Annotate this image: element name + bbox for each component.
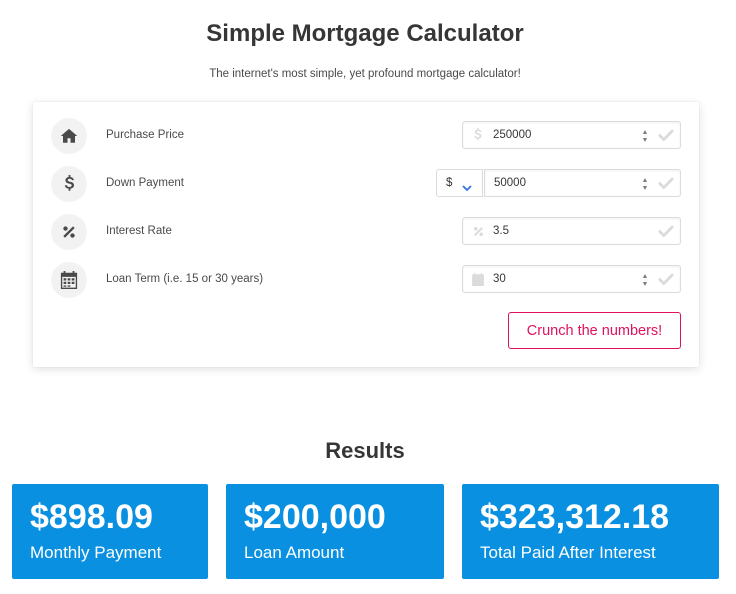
loan-amount-value: $200,000 bbox=[244, 498, 386, 536]
page-subtitle: The internet's most simple, yet profound… bbox=[209, 68, 521, 80]
page-title: Simple Mortgage Calculator bbox=[206, 20, 524, 47]
chevron-down-icon bbox=[462, 179, 472, 192]
check-icon bbox=[658, 272, 674, 286]
loan-term-label: Loan Term (i.e. 15 or 30 years) bbox=[106, 273, 264, 285]
interest-rate-input[interactable] bbox=[493, 222, 633, 240]
check-icon bbox=[658, 128, 674, 142]
check-icon bbox=[658, 176, 674, 190]
home-icon bbox=[51, 118, 87, 154]
loan-term-field bbox=[462, 265, 681, 293]
down-payment-stepper[interactable] bbox=[641, 178, 648, 190]
percent-icon bbox=[471, 224, 485, 238]
loan-amount-card: $200,000 Loan Amount bbox=[226, 484, 444, 579]
purchase-price-field bbox=[462, 121, 681, 149]
total-paid-value: $323,312.18 bbox=[480, 498, 670, 536]
down-payment-unit-value: $ bbox=[446, 177, 453, 189]
purchase-price-row: Purchase Price bbox=[33, 118, 699, 154]
loan-term-input[interactable] bbox=[493, 270, 633, 288]
total-paid-label: Total Paid After Interest bbox=[480, 543, 656, 562]
monthly-payment-value: $898.09 bbox=[30, 498, 153, 536]
purchase-price-stepper[interactable] bbox=[641, 130, 648, 142]
interest-rate-row: Interest Rate bbox=[33, 214, 699, 250]
calculator-form: Purchase Price Down Payment $ bbox=[33, 102, 699, 367]
dollar-icon bbox=[51, 166, 87, 202]
loan-term-stepper[interactable] bbox=[641, 274, 648, 286]
monthly-payment-label: Monthly Payment bbox=[30, 543, 162, 562]
calendar-icon bbox=[51, 262, 87, 298]
interest-rate-label: Interest Rate bbox=[106, 225, 172, 237]
check-icon bbox=[658, 224, 674, 238]
interest-rate-field bbox=[462, 217, 681, 245]
calendar-icon bbox=[471, 272, 485, 286]
down-payment-label: Down Payment bbox=[106, 177, 184, 189]
down-payment-field bbox=[484, 169, 681, 197]
results-title: Results bbox=[325, 438, 405, 463]
down-payment-row: Down Payment $ bbox=[33, 166, 699, 202]
total-paid-card: $323,312.18 Total Paid After Interest bbox=[462, 484, 719, 579]
purchase-price-label: Purchase Price bbox=[106, 129, 184, 141]
percent-icon bbox=[51, 214, 87, 250]
crunch-numbers-button[interactable]: Crunch the numbers! bbox=[508, 312, 681, 349]
down-payment-input[interactable] bbox=[494, 174, 634, 192]
down-payment-unit-select[interactable]: $ bbox=[436, 169, 483, 197]
loan-term-row: Loan Term (i.e. 15 or 30 years) bbox=[33, 262, 699, 298]
purchase-price-input[interactable] bbox=[493, 126, 633, 144]
loan-amount-label: Loan Amount bbox=[244, 543, 345, 562]
monthly-payment-card: $898.09 Monthly Payment bbox=[12, 484, 208, 579]
dollar-icon bbox=[471, 128, 485, 142]
